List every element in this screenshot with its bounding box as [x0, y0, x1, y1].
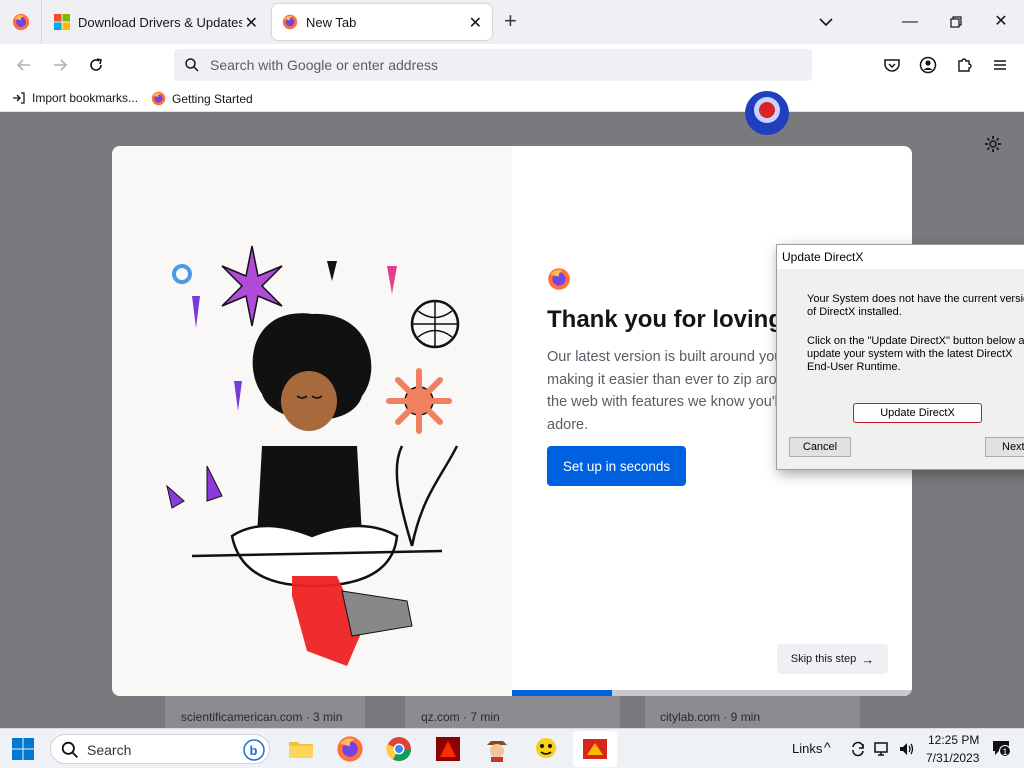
import-icon	[13, 92, 25, 104]
top-site-label: scientificamerican.com · 3 min	[181, 710, 343, 724]
taskbar-search[interactable]: Search b	[50, 734, 270, 764]
illustration-person-with-laptop	[166, 245, 460, 666]
new-tab-plus-icon[interactable]: +	[504, 10, 517, 32]
bookmark-label: Import bookmarks...	[32, 91, 139, 105]
desktop-screen: Download Drivers & Updates for ✕ New Tab…	[0, 0, 1024, 768]
tab-strip: Download Drivers & Updates for ✕ New Tab…	[0, 0, 1024, 44]
bonzi-pod-icon	[745, 91, 789, 135]
cancel-button[interactable]: Cancel	[789, 437, 851, 457]
skip-step-button[interactable]: Skip this step →	[777, 644, 888, 674]
top-site-label: qz.com · 7 min	[421, 710, 500, 724]
close-tab-icon[interactable]: ✕	[245, 13, 258, 33]
network-icon[interactable]	[873, 740, 891, 758]
taskbar-search-label: Search	[87, 742, 132, 758]
dialog-instructions: Click on the "Update DirectX" button bel…	[807, 335, 1024, 373]
pocket-icon[interactable]	[882, 55, 902, 75]
close-window-icon[interactable]: ✕	[991, 12, 1011, 32]
svg-text:b: b	[250, 743, 258, 758]
reload-icon[interactable]	[86, 55, 106, 75]
update-directx-dialog: Update DirectX Your System does not have…	[776, 244, 1024, 470]
bing-icon[interactable]: b	[243, 739, 265, 761]
firefox-icon	[12, 13, 29, 31]
firefox-icon	[282, 14, 298, 30]
bookmark-import[interactable]: Import bookmarks...	[12, 91, 138, 105]
update-directx-button[interactable]: Update DirectX	[853, 403, 982, 423]
restore-icon[interactable]	[946, 12, 966, 32]
top-site-label: citylab.com · 9 min	[660, 710, 761, 724]
file-explorer-icon[interactable]	[287, 735, 315, 763]
hamburger-menu-icon[interactable]	[990, 55, 1010, 75]
arrow-right-icon: →	[861, 651, 875, 667]
extensions-puzzle-icon[interactable]	[954, 55, 974, 75]
onboarding-illustration	[112, 146, 512, 696]
back-arrow-icon[interactable]	[14, 55, 34, 75]
search-icon	[185, 58, 199, 72]
navigation-toolbar: Search with Google or enter address	[0, 44, 1024, 86]
firefox-icon[interactable]	[336, 735, 364, 763]
skip-step-label: Skip this step	[790, 653, 857, 665]
notifications-button[interactable]: 1	[992, 740, 1012, 758]
bookmark-label: Getting Started	[172, 91, 253, 106]
tab-new-tab[interactable]: New Tab ✕	[272, 4, 492, 40]
close-tab-icon[interactable]: ✕	[469, 13, 482, 33]
gear-icon[interactable]	[983, 134, 1003, 154]
tab-drivers[interactable]: Download Drivers & Updates for ✕	[44, 4, 268, 40]
yellow-character-icon[interactable]	[532, 735, 560, 763]
volume-icon[interactable]	[897, 740, 915, 758]
search-icon	[61, 741, 78, 758]
chevron-up-icon[interactable]: ^	[824, 739, 831, 755]
chrome-icon[interactable]	[385, 735, 413, 763]
windows-taskbar: Search b Links ^ 12:25 PM 7/31/2023 1	[0, 728, 1024, 768]
winrar-like-icon[interactable]	[581, 735, 609, 763]
forward-arrow-icon[interactable]	[50, 55, 70, 75]
address-bar-placeholder: Search with Google or enter address	[210, 57, 439, 73]
tab-title: New Tab	[306, 14, 357, 30]
links-toolbar-label[interactable]: Links	[792, 741, 822, 756]
clock-time[interactable]: 12:25 PM	[928, 733, 979, 747]
bookmarks-toolbar: Import bookmarks... Getting Started	[0, 86, 1024, 112]
notification-badge: 1	[999, 745, 1011, 757]
firefox-logo-icon	[548, 268, 570, 290]
cowboy-character-icon[interactable]	[483, 735, 511, 763]
clock-date[interactable]: 7/31/2023	[926, 751, 979, 765]
tab-title: Download Drivers & Updates for	[78, 14, 242, 30]
list-all-tabs-chevron-icon[interactable]	[816, 12, 836, 32]
onboarding-body: Our latest version is built around you, …	[547, 349, 801, 433]
minimize-icon[interactable]: —	[900, 12, 920, 32]
progress-fill	[512, 690, 612, 696]
account-icon[interactable]	[918, 55, 938, 75]
firefox-view-button[interactable]	[0, 0, 42, 44]
address-bar[interactable]: Search with Google or enter address	[174, 49, 812, 81]
sync-icon[interactable]	[849, 740, 867, 758]
red-app-icon[interactable]	[434, 735, 462, 763]
next-button[interactable]: Next	[985, 437, 1024, 457]
windows-start-icon[interactable]	[12, 738, 34, 760]
dialog-title: Update DirectX	[777, 245, 1024, 269]
bookmark-getting-started[interactable]: Getting Started	[151, 91, 253, 106]
firefox-icon	[151, 91, 166, 106]
set-up-button[interactable]: Set up in seconds	[547, 446, 686, 486]
onboarding-progress-bar	[512, 690, 912, 696]
microsoft-logo-icon	[54, 14, 70, 30]
dialog-message: Your System does not have the current ve…	[807, 293, 1024, 318]
